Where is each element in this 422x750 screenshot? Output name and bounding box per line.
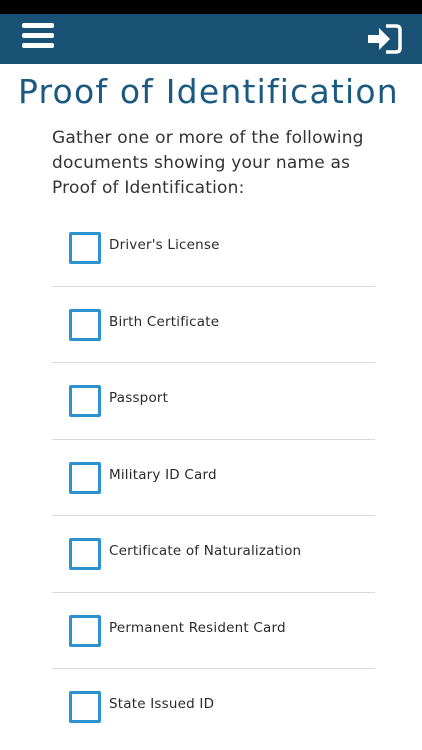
checklist-item-label: Military ID Card: [109, 466, 217, 483]
menu-bar-top: [22, 23, 54, 28]
document-checklist: Driver's License Birth Certificate Passp…: [52, 210, 375, 746]
checklist-item-label: Permanent Resident Card: [109, 619, 286, 636]
checkbox[interactable]: [69, 691, 101, 723]
checklist-item-permanent-resident-card[interactable]: Permanent Resident Card: [52, 593, 375, 669]
checklist-item-label: Passport: [109, 390, 169, 406]
menu-bar-middle: [22, 33, 54, 38]
checklist-item-label: Birth Certificate: [109, 313, 220, 330]
checkbox[interactable]: [69, 614, 101, 647]
checklist-item-passport[interactable]: Passport: [52, 363, 375, 440]
checklist-item-birth-certificate[interactable]: Birth Certificate: [52, 287, 375, 363]
checklist-item-label: State Issued ID: [109, 696, 215, 712]
sign-in-icon: [368, 24, 402, 54]
menu-bar-bottom: [22, 43, 54, 48]
app-bar: [0, 14, 422, 64]
checklist-item-state-issued-id[interactable]: State Issued ID: [52, 669, 375, 746]
checklist-item-military-id-card[interactable]: Military ID Card: [52, 440, 375, 516]
login-button[interactable]: [366, 23, 402, 55]
checkbox[interactable]: [69, 385, 101, 417]
page-title: Proof of Identification: [18, 72, 399, 111]
checkbox[interactable]: [69, 232, 101, 264]
checklist-item-label: Certificate of Naturalization: [109, 543, 302, 559]
checkbox[interactable]: [69, 308, 101, 341]
status-bar: [0, 0, 422, 14]
checkbox[interactable]: [69, 538, 101, 570]
menu-button[interactable]: [22, 22, 54, 50]
intro-text: Gather one or more of the following docu…: [52, 128, 364, 198]
checklist-item-certificate-of-naturalization[interactable]: Certificate of Naturalization: [52, 516, 375, 593]
checkbox[interactable]: [69, 461, 101, 494]
checklist-item-drivers-license[interactable]: Driver's License: [52, 210, 375, 287]
checklist-item-label: Driver's License: [109, 237, 220, 253]
